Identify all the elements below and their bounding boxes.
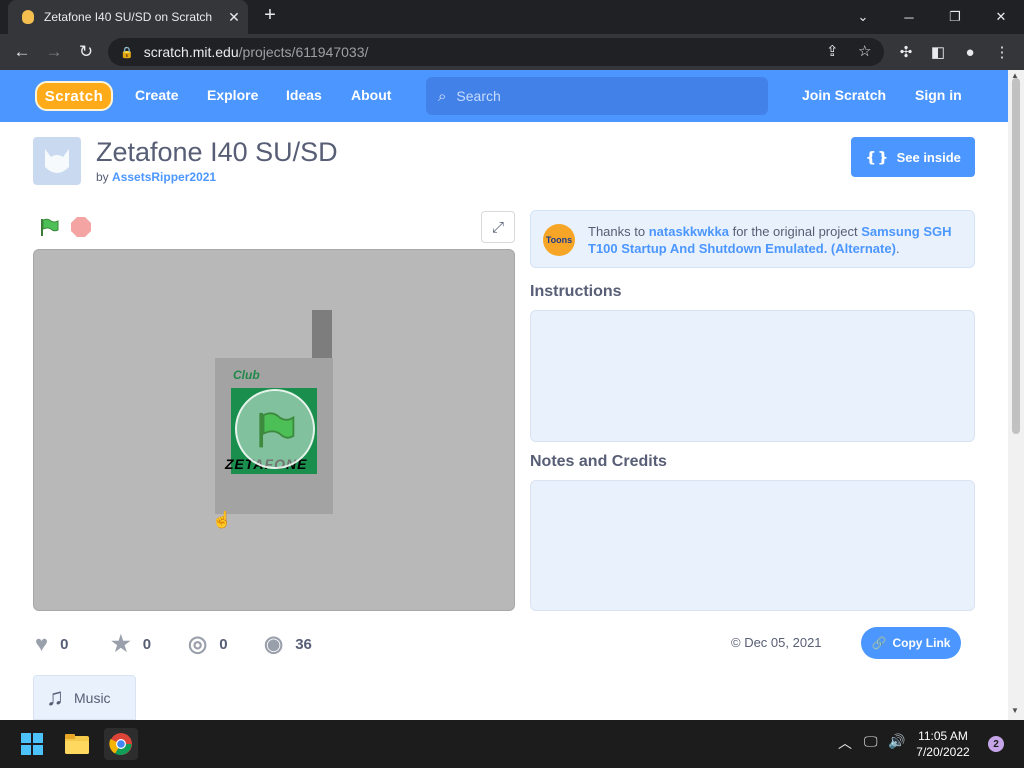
mouse-pointer-icon: ☝ xyxy=(212,512,232,529)
author-avatar[interactable] xyxy=(33,137,81,185)
reload-icon[interactable]: ↻ xyxy=(72,37,100,67)
project-title: Zetafone I40 SU/SD xyxy=(96,137,338,167)
nav-explore[interactable]: Explore xyxy=(207,87,258,103)
address-bar[interactable]: 🔒 scratch.mit.edu /projects/611947033/ ⇪… xyxy=(108,38,884,66)
scratch-navbar: Scratch Create Explore Ideas About ⌕ Sea… xyxy=(0,70,1008,122)
view-count: 36 xyxy=(295,635,312,653)
search-input[interactable]: ⌕ Search xyxy=(426,77,768,115)
by-label: by xyxy=(96,170,109,184)
copy-link-button[interactable]: 🔗 Copy Link xyxy=(861,627,961,659)
scratch-logo[interactable]: Scratch xyxy=(35,81,113,111)
phone-club-label: Club xyxy=(233,368,260,382)
lock-icon: 🔒 xyxy=(120,46,134,59)
music-tag-label: Music xyxy=(74,689,111,706)
chrome-taskbar-icon[interactable] xyxy=(104,728,138,760)
join-scratch-link[interactable]: Join Scratch xyxy=(802,87,886,103)
page-scrollbar[interactable]: ▲ ▼ xyxy=(1008,70,1024,720)
notes-box xyxy=(530,480,975,611)
notes-heading: Notes and Credits xyxy=(530,453,667,470)
nav-about[interactable]: About xyxy=(351,87,391,103)
phone-antenna xyxy=(312,310,332,360)
star-icon[interactable]: ☆ xyxy=(858,42,871,60)
scratch-favicon-icon xyxy=(22,10,34,24)
copy-link-label: Copy Link xyxy=(892,636,951,650)
favorite-count: 0 xyxy=(142,635,152,653)
menu-kebab-icon[interactable]: ⋮ xyxy=(988,37,1016,67)
author-link[interactable]: AssetsRipper2021 xyxy=(112,170,216,184)
fullscreen-icon[interactable]: ⤢ xyxy=(481,211,515,243)
love-count: 0 xyxy=(60,635,69,653)
plus-icon[interactable]: + xyxy=(258,4,282,27)
credit-text: Thanks to nataskkwkka for the original p… xyxy=(588,224,952,256)
remix-credit-box: Toons Thanks to nataskkwkka for the orig… xyxy=(530,210,975,268)
scroll-down-icon[interactable]: ▼ xyxy=(1011,706,1019,715)
url-path: /projects/611947033/ xyxy=(238,44,369,60)
eye-icon: ◉ xyxy=(264,631,284,656)
restore-icon[interactable]: ❐ xyxy=(932,0,978,34)
start-project-button[interactable] xyxy=(235,389,315,469)
see-inside-label: See inside xyxy=(896,149,961,165)
scratch-cat-icon xyxy=(45,149,69,173)
tab-title: Zetafone I40 SU/SD on Scratch xyxy=(44,10,213,24)
remix-count: 0 xyxy=(219,635,228,653)
search-icon: ⌕ xyxy=(438,87,447,105)
see-inside-icon: ❴❵ xyxy=(865,148,889,165)
windows-taskbar: ︿ 🖵 🔊 11:05 AM 7/20/2022 2 xyxy=(0,720,1024,768)
clock-time: 11:05 AM xyxy=(918,729,968,743)
favorite-stat[interactable]: ★ 0 xyxy=(111,631,151,657)
project-byline: by AssetsRipper2021 xyxy=(96,170,216,184)
side-panel-icon[interactable]: ◧ xyxy=(924,37,952,67)
minimize-icon[interactable]: ─ xyxy=(886,0,932,34)
chevron-down-icon[interactable]: ⌄ xyxy=(840,0,886,34)
remix-stat: ◎ 0 xyxy=(188,631,228,657)
volume-icon[interactable]: 🔊 xyxy=(888,733,905,750)
green-flag-overlay-icon xyxy=(259,412,295,448)
close-window-icon[interactable]: ✕ xyxy=(978,0,1024,34)
share-date: © Dec 05, 2021 xyxy=(731,635,822,650)
project-stage[interactable]: Club ZETAFONE ☝ xyxy=(33,249,515,611)
heart-icon: ♥ xyxy=(35,631,49,656)
browser-toolbar: ← → ↻ 🔒 scratch.mit.edu /projects/611947… xyxy=(0,34,1024,70)
love-stat[interactable]: ♥ 0 xyxy=(35,631,68,657)
link-icon: 🔗 xyxy=(871,636,887,650)
system-clock[interactable]: 11:05 AM 7/20/2022 xyxy=(910,728,976,760)
stop-icon[interactable] xyxy=(71,217,91,237)
extensions-icon[interactable]: ✣ xyxy=(892,37,920,67)
profile-icon[interactable]: ● xyxy=(956,37,984,67)
instructions-heading: Instructions xyxy=(530,283,622,300)
view-stat: ◉ 36 xyxy=(264,631,312,657)
url-host: scratch.mit.edu xyxy=(143,44,239,60)
music-tag[interactable]: ♫ Music xyxy=(33,675,136,720)
nav-ideas[interactable]: Ideas xyxy=(286,87,322,103)
network-icon[interactable]: 🖵 xyxy=(864,733,878,750)
forward-icon[interactable]: → xyxy=(40,37,68,67)
search-placeholder: Search xyxy=(456,88,501,104)
notification-badge[interactable]: 2 xyxy=(988,736,1004,752)
music-note-icon: ♫ xyxy=(46,683,64,711)
star-icon: ★ xyxy=(111,631,131,656)
clock-date: 7/20/2022 xyxy=(916,745,970,759)
see-inside-button[interactable]: ❴❵ See inside xyxy=(851,137,975,177)
remix-spiral-icon: ◎ xyxy=(188,631,208,656)
green-flag-icon[interactable] xyxy=(39,217,59,237)
close-icon[interactable]: ✕ xyxy=(220,9,248,26)
back-icon[interactable]: ← xyxy=(8,37,36,67)
browser-tab[interactable]: Zetafone I40 SU/SD on Scratch ✕ xyxy=(8,0,248,34)
chevron-up-icon[interactable]: ︿ xyxy=(838,733,852,753)
credit-user-avatar[interactable]: Toons xyxy=(543,224,575,256)
file-explorer-icon[interactable] xyxy=(60,728,94,760)
credit-user-link[interactable]: nataskkwkka xyxy=(649,224,729,239)
windows-start-icon[interactable] xyxy=(15,728,49,760)
scrollbar-thumb[interactable] xyxy=(1012,78,1020,434)
instructions-box xyxy=(530,310,975,442)
share-icon[interactable]: ⇪ xyxy=(826,42,839,60)
browser-tab-strip: Zetafone I40 SU/SD on Scratch ✕ + ⌄ ─ ❐ … xyxy=(0,0,1024,34)
sign-in-link[interactable]: Sign in xyxy=(915,87,962,103)
nav-create[interactable]: Create xyxy=(135,87,179,103)
